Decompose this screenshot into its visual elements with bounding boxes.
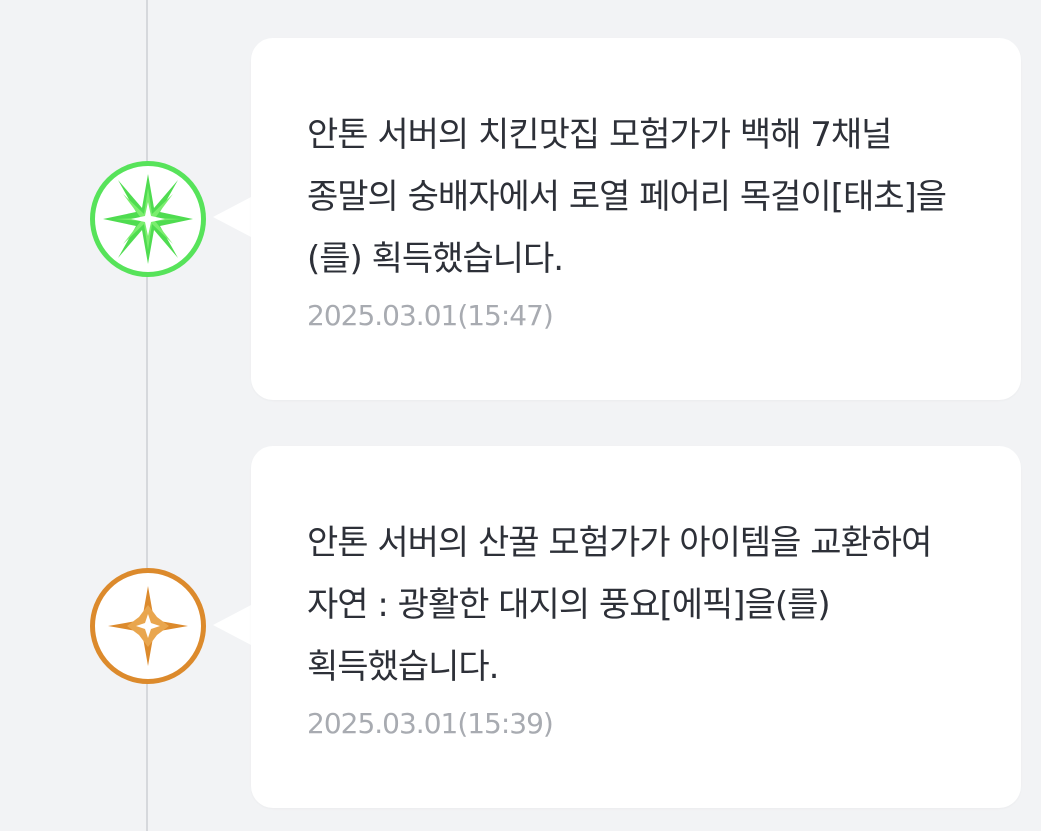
timeline-line xyxy=(146,0,148,831)
green-star-burst-icon xyxy=(90,161,206,277)
notification-message: 안톤 서버의 치킨맛집 모험가가 백해 7채널 종말의 숭배자에서 로열 페어리… xyxy=(307,115,947,279)
notification-timestamp: 2025.03.01(15:39) xyxy=(307,707,554,740)
star-burst-graphic xyxy=(100,171,196,267)
notification-timestamp: 2025.03.01(15:47) xyxy=(307,299,554,332)
four-point-star-graphic xyxy=(100,578,196,674)
notification-card[interactable]: 안톤 서버의 치킨맛집 모험가가 백해 7채널 종말의 숭배자에서 로열 페어리… xyxy=(251,38,1021,400)
orange-four-point-star-icon xyxy=(90,568,206,684)
notification-card[interactable]: 안톤 서버의 산꿀 모험가가 아이템을 교환하여 자연 : 광활한 대지의 풍요… xyxy=(251,446,1021,808)
card-pointer xyxy=(213,604,253,646)
card-pointer xyxy=(213,196,253,238)
notification-message: 안톤 서버의 산꿀 모험가가 아이템을 교환하여 자연 : 광활한 대지의 풍요… xyxy=(307,523,932,687)
